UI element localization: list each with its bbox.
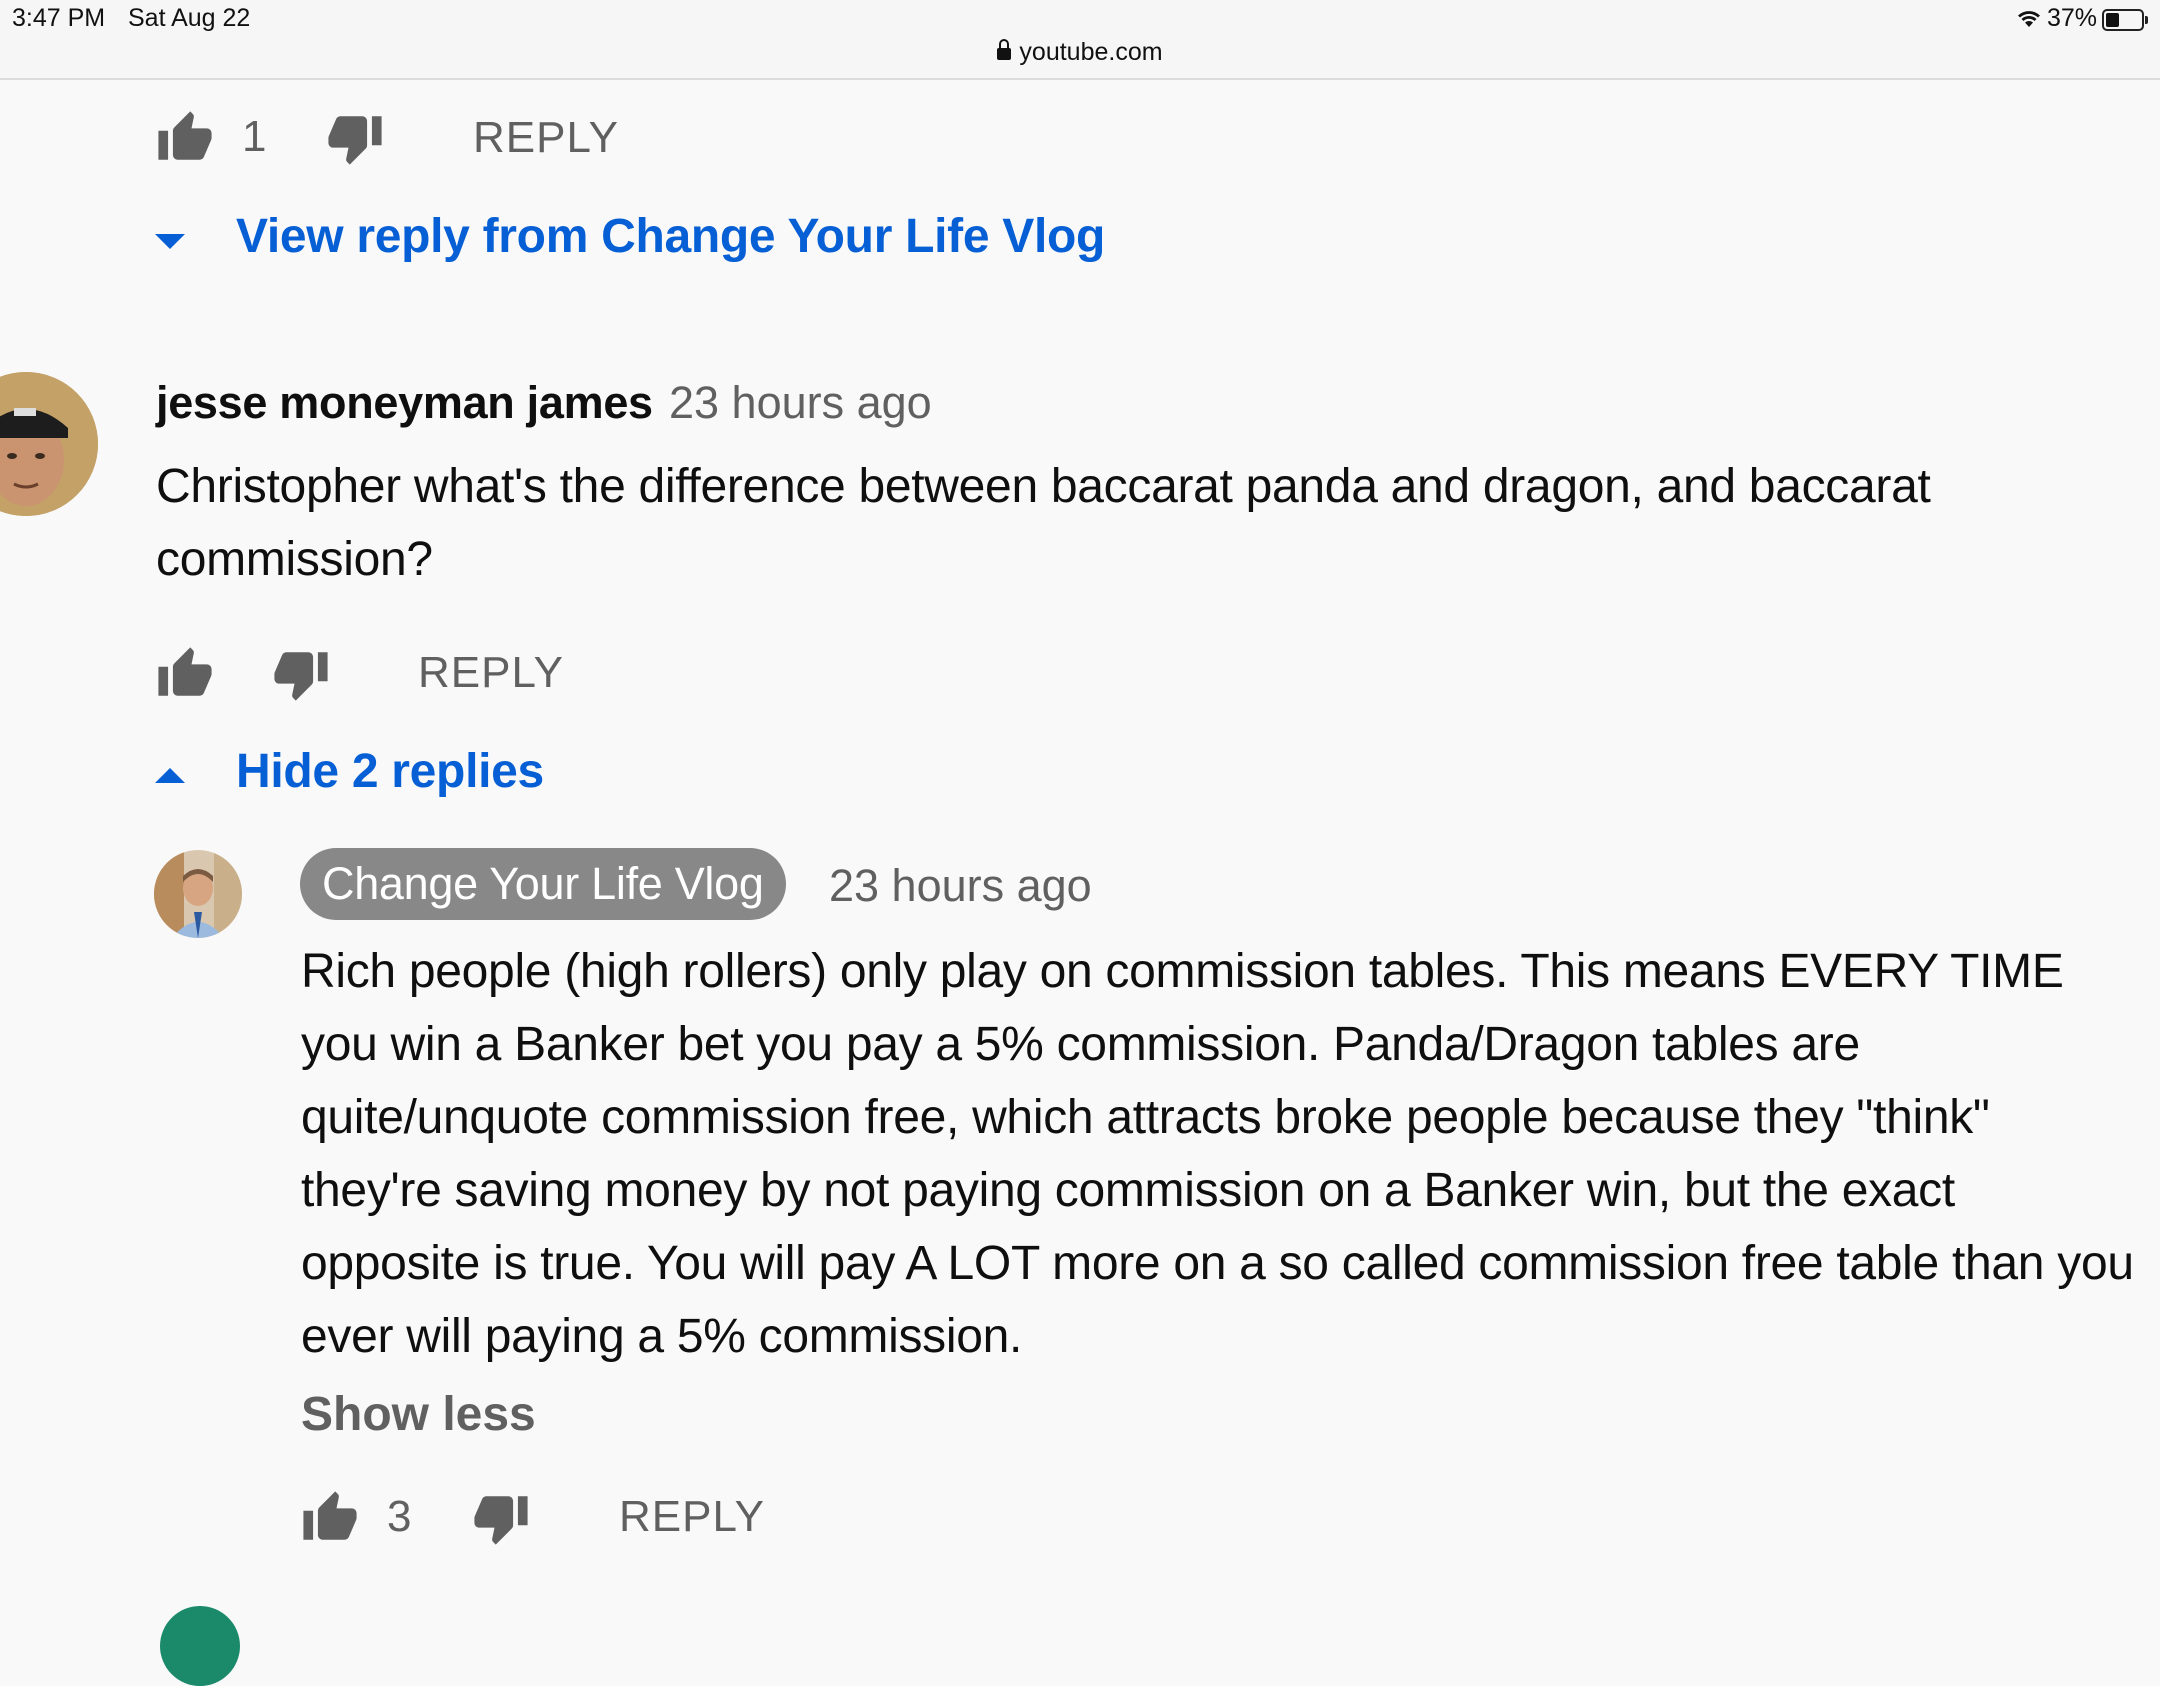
chevron-up-icon[interactable] bbox=[155, 768, 185, 783]
show-less-button[interactable]: Show less bbox=[301, 1387, 536, 1442]
address-bar[interactable]: youtube.com bbox=[0, 38, 2160, 67]
avatar-jesse[interactable] bbox=[0, 372, 98, 516]
like-icon[interactable] bbox=[301, 1489, 359, 1547]
owner-badge[interactable]: Change Your Life Vlog bbox=[300, 848, 786, 920]
like-icon[interactable] bbox=[156, 645, 214, 703]
dislike-icon[interactable] bbox=[272, 645, 330, 703]
avatar-change-your-life-vlog[interactable] bbox=[154, 850, 242, 938]
avatar-next-comment[interactable] bbox=[160, 1606, 240, 1686]
battery-icon bbox=[2102, 9, 2148, 31]
address-url: youtube.com bbox=[1019, 38, 1163, 66]
reply-timestamp[interactable]: 23 hours ago bbox=[829, 860, 1092, 912]
status-date: Sat Aug 22 bbox=[128, 4, 251, 32]
lock-icon bbox=[997, 39, 1012, 60]
like-icon[interactable] bbox=[156, 109, 214, 167]
view-reply-link[interactable]: View reply from Change Your Life Vlog bbox=[236, 209, 1105, 264]
comment-text: Christopher what's the difference betwee… bbox=[156, 460, 1931, 586]
wifi-icon bbox=[2018, 11, 2040, 27]
like-count: 1 bbox=[242, 112, 267, 161]
dislike-icon[interactable] bbox=[472, 1489, 530, 1547]
avatar-image bbox=[0, 372, 98, 516]
like-count: 3 bbox=[387, 1492, 412, 1541]
dislike-icon[interactable] bbox=[326, 109, 384, 167]
battery-percent: 37% bbox=[2046, 4, 2097, 32]
comment-timestamp[interactable]: 23 hours ago bbox=[669, 377, 932, 429]
reply-button[interactable]: REPLY bbox=[418, 648, 564, 698]
status-time: 3:47 PM bbox=[12, 4, 106, 32]
hide-replies-link[interactable]: Hide 2 replies bbox=[236, 744, 544, 799]
reply-button[interactable]: REPLY bbox=[619, 1492, 765, 1542]
chevron-down-icon[interactable] bbox=[155, 234, 185, 249]
status-bar: 3:47 PM Sat Aug 22 youtube.com 37% bbox=[0, 0, 2160, 80]
reply-author: Change Your Life Vlog bbox=[322, 858, 764, 909]
reply-text: Rich people (high rollers) only play on … bbox=[301, 945, 2134, 1363]
battery-level bbox=[2106, 13, 2119, 27]
reply-button[interactable]: REPLY bbox=[473, 113, 619, 163]
comment-author[interactable]: jesse moneyman james bbox=[156, 377, 653, 429]
avatar-image bbox=[154, 850, 242, 938]
